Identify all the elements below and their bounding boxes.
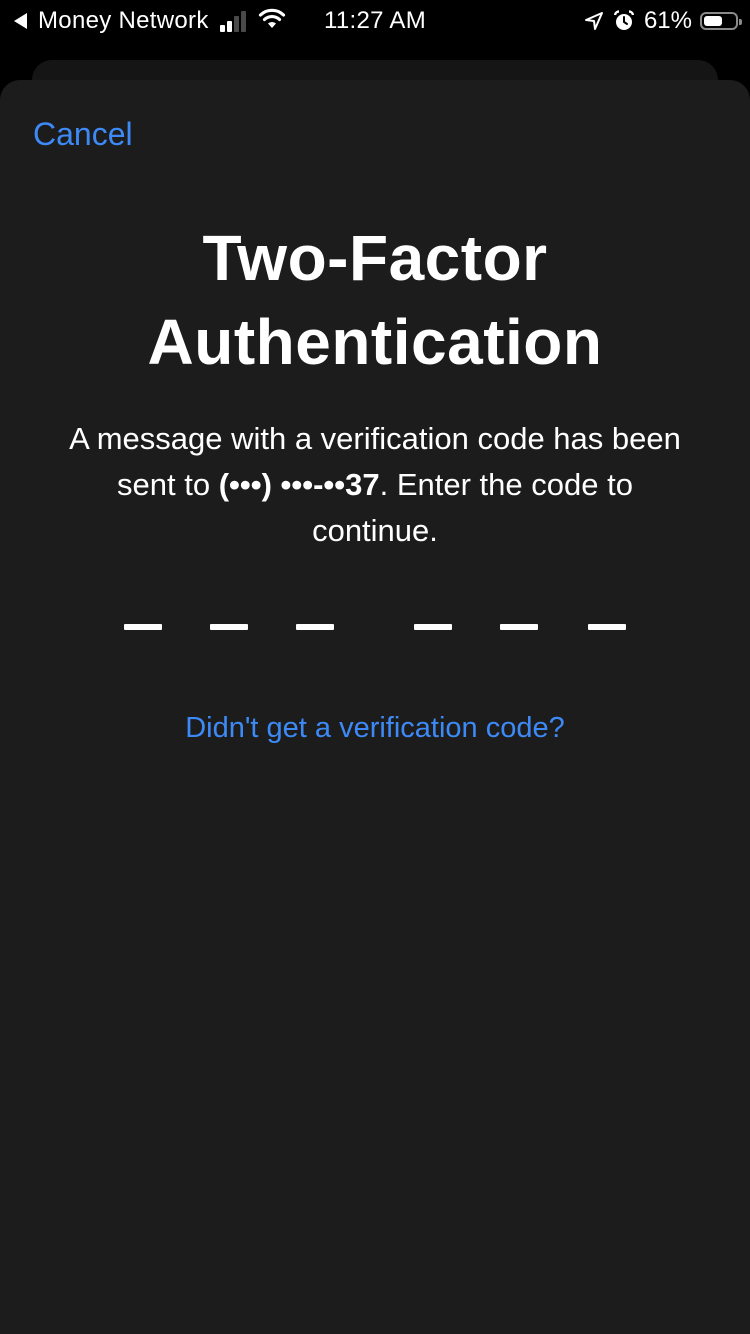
battery-icon [700,12,742,30]
status-bar: Money Network 11:27 AM 61% [0,0,750,42]
page-title: Two-Factor Authentication [0,216,750,384]
code-digit-slot [588,624,626,630]
phone-last-digits: 37 [345,467,380,502]
resend-code-link[interactable]: Didn't get a verification code? [0,712,750,745]
verification-message: A message with a verification code has b… [60,416,690,554]
code-digit-slot [414,624,452,630]
location-arrow-icon [584,11,604,31]
code-digit-slot [500,624,538,630]
two-factor-sheet: Cancel Two-Factor Authentication A messa… [0,80,750,1334]
status-right: 61% [584,7,742,35]
code-digit-slot [124,624,162,630]
masked-phone-prefix: (•••) •••-•• [218,467,346,502]
cancel-button[interactable]: Cancel [33,116,133,153]
title-line-1: Two-Factor [202,222,548,294]
verification-code-input[interactable] [0,624,750,636]
battery-level [704,16,722,26]
battery-cap [739,19,742,25]
alarm-clock-icon [613,10,635,32]
battery-percent: 61% [643,7,692,34]
title-line-2: Authentication [147,306,603,378]
code-digit-slot [296,624,334,630]
code-digit-slot [210,624,248,630]
